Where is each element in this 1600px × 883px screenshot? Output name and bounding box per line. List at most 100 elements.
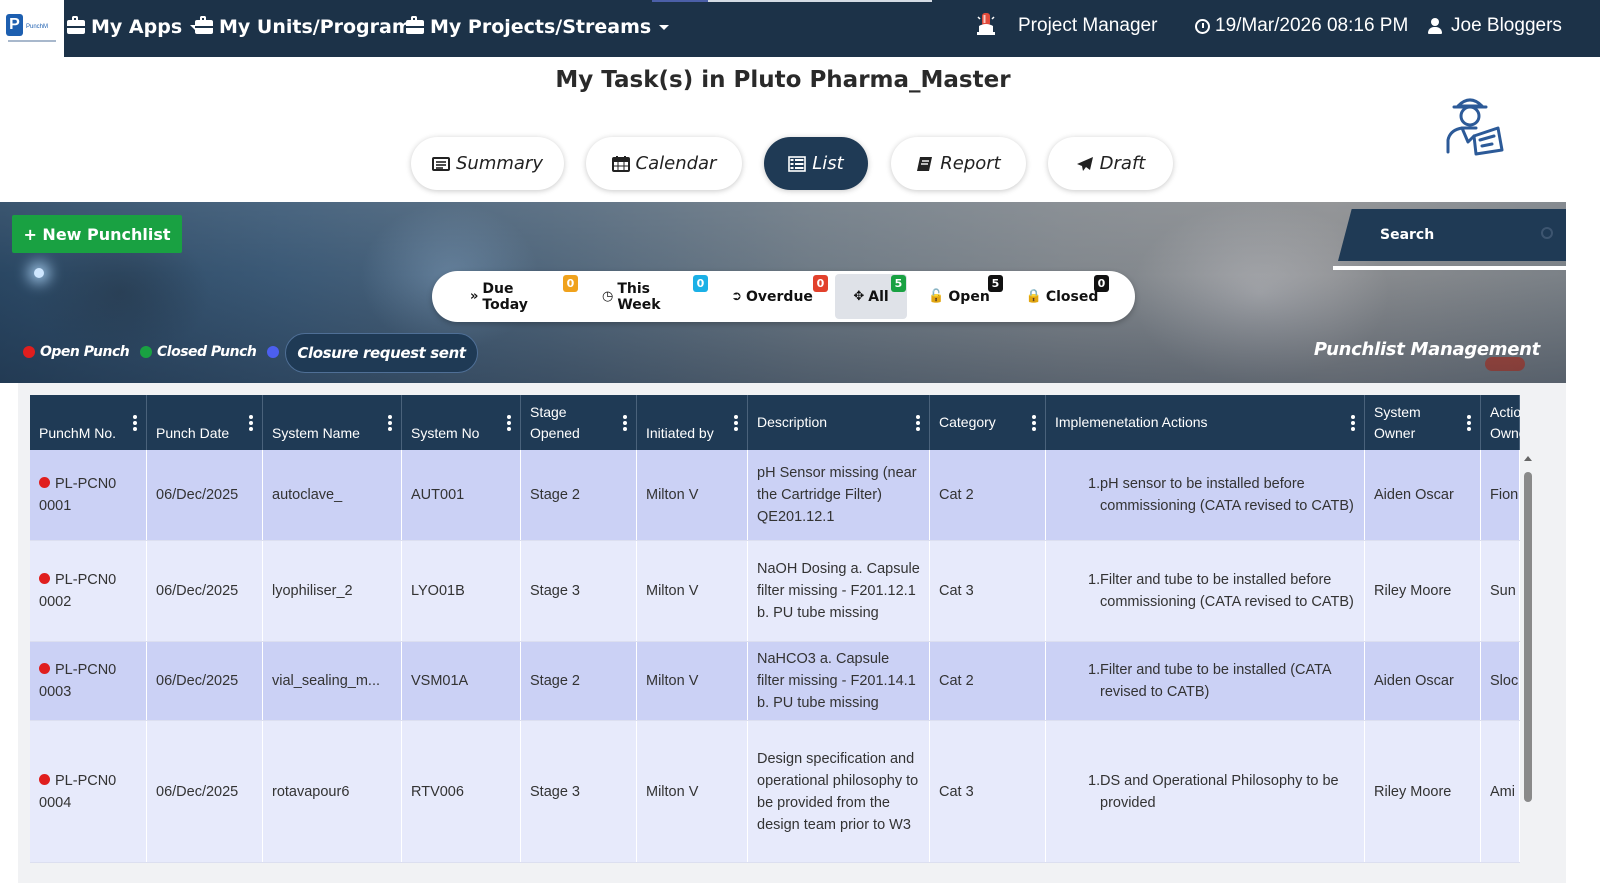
cell-system-name: rotavapour6: [263, 721, 402, 862]
action-owner-text: Sloc: [1490, 673, 1519, 689]
vertical-scrollbar[interactable]: [1520, 451, 1536, 883]
column-menu-icon[interactable]: [133, 414, 137, 431]
tab-calendar[interactable]: Calendar: [586, 137, 742, 190]
cell-punch-date: 06/Dec/2025: [147, 541, 263, 641]
filter-all-label: All: [868, 288, 889, 305]
table-row[interactable]: PL-PCN00003 06/Dec/2025 vial_sealing_m... V…: [30, 642, 1520, 721]
description-text: NaOH Dosing a. Capsule filter missing - …: [757, 561, 920, 621]
column-menu-icon[interactable]: [1351, 414, 1355, 431]
column-header-label: System Owner: [1374, 404, 1421, 441]
column-menu-icon[interactable]: [388, 414, 392, 431]
count-badge: 0: [693, 275, 708, 292]
column-menu-icon[interactable]: [623, 414, 627, 431]
menu-my-apps[interactable]: My Apps: [67, 15, 201, 39]
stage-opened-text: Stage 2: [530, 487, 580, 503]
cell-system-name: autoclave_: [263, 450, 402, 540]
caret-down-icon: [659, 24, 670, 30]
column-header-stage-opened[interactable]: Stage Opened: [521, 395, 637, 450]
filter-due-today[interactable]: » Due Today 0: [470, 274, 578, 319]
tab-summary[interactable]: Summary: [411, 137, 564, 190]
punchlist-table-container: PunchM No. Punch Date System Name System No…: [18, 383, 1566, 883]
column-header-label: Implemenetation Actions: [1055, 414, 1208, 430]
cell-implementation-actions: 1. pH sensor to be installed before commi…: [1046, 450, 1365, 540]
tab-calendar-label: Calendar: [635, 153, 717, 174]
tab-list[interactable]: List: [764, 137, 868, 190]
filter-open[interactable]: 🔓 Open 5: [928, 274, 1003, 319]
tab-draft[interactable]: Draft: [1048, 137, 1173, 190]
cell-system-owner: Riley Moore: [1365, 721, 1481, 862]
action-text: Filter and tube to be installed (CATA re…: [1100, 662, 1331, 700]
column-header-system-no[interactable]: System No: [402, 395, 521, 450]
scroll-up-icon[interactable]: [1524, 456, 1532, 461]
cell-description: NaOH Dosing a. Capsule filter missing - …: [748, 541, 930, 641]
app-logo[interactable]: P PunchM: [0, 0, 64, 57]
count-badge: 5: [891, 275, 906, 292]
table-row[interactable]: PL-PCN00002 06/Dec/2025 lyophiliser_2 LYO01…: [30, 541, 1520, 642]
column-header-initiated-by[interactable]: Initiated by: [637, 395, 748, 450]
stage-opened-text: Stage 2: [530, 673, 580, 689]
user-name[interactable]: Joe Bloggers: [1451, 15, 1562, 39]
column-menu-icon[interactable]: [916, 414, 920, 431]
cell-punchm-no[interactable]: PL-PCN00004: [30, 721, 147, 862]
filter-overdue-label: Overdue: [746, 288, 813, 305]
table-header: PunchM No. Punch Date System Name System No…: [30, 395, 1520, 450]
cell-category: Cat 3: [930, 721, 1046, 862]
system-owner-text: Aiden Oscar: [1374, 487, 1454, 503]
clock-circle-icon: ◷: [602, 289, 614, 304]
cell-initiated-by: Milton V: [637, 541, 748, 641]
column-header-system-name[interactable]: System Name: [263, 395, 402, 450]
filter-this-week[interactable]: ◷ This Week 0: [602, 274, 708, 319]
column-header-action-owner[interactable]: Action Owner: [1481, 395, 1520, 450]
column-header-description[interactable]: Description: [748, 395, 930, 450]
cell-punchm-no[interactable]: PL-PCN00002: [30, 541, 147, 641]
punch-date-text: 06/Dec/2025: [156, 487, 239, 503]
cell-category: Cat 2: [930, 642, 1046, 720]
menu-my-projects-label: My Projects/Streams: [430, 16, 652, 38]
action-text: pH sensor to be installed before commiss…: [1100, 476, 1354, 514]
cell-description: pH Sensor missing (near the Cartridge Fi…: [748, 450, 930, 540]
menu-my-units-programs[interactable]: My Units/Programs: [195, 15, 423, 39]
column-header-punch-date[interactable]: Punch Date: [147, 395, 263, 450]
column-header-implementation-actions[interactable]: Implemenetation Actions: [1046, 395, 1365, 450]
filter-closed[interactable]: 🔒 Closed 0: [1026, 274, 1109, 319]
cell-category: Cat 3: [930, 541, 1046, 641]
cell-initiated-by: Milton V: [637, 642, 748, 720]
scrollbar-thumb[interactable]: [1524, 472, 1532, 802]
column-menu-icon[interactable]: [507, 414, 511, 431]
description-text: Design specification and operational phi…: [757, 750, 919, 833]
new-punchlist-button[interactable]: + New Punchlist: [12, 215, 182, 253]
legend-closure-request: Closure request sent: [285, 333, 478, 373]
category-text: Cat 3: [939, 783, 974, 800]
legend-closed-label: Closed Punch: [157, 344, 257, 360]
filter-overdue[interactable]: ➲ Overdue 0: [731, 274, 828, 319]
column-menu-icon[interactable]: [1032, 414, 1036, 431]
search-icon[interactable]: [1541, 227, 1553, 239]
search-input[interactable]: [1380, 219, 1530, 251]
cell-initiated-by: Milton V: [637, 450, 748, 540]
cell-implementation-actions: 1. Filter and tube to be installed before…: [1046, 541, 1365, 641]
system-no-text: RTV006: [411, 783, 464, 800]
calendar-icon: [611, 155, 630, 172]
system-no-text: LYO01B: [411, 583, 465, 599]
filter-all[interactable]: ✥ All 5: [835, 274, 907, 319]
table-row[interactable]: PL-PCN00001 06/Dec/2025 autoclave_ AUT001 St…: [30, 450, 1520, 541]
column-header-system-owner[interactable]: System Owner: [1365, 395, 1481, 450]
blue-dot-icon: [267, 346, 279, 358]
column-menu-icon[interactable]: [1467, 414, 1471, 431]
description-text: NaHCO3 a. Capsule filter missing - F201.…: [757, 651, 916, 711]
menu-my-units-label: My Units/Programs: [219, 16, 423, 38]
tab-report[interactable]: Report: [891, 137, 1026, 190]
tab-report-label: Report: [940, 153, 1001, 174]
table-row[interactable]: PL-PCN00004 06/Dec/2025 rotavapour6 RTV006 S…: [30, 721, 1520, 863]
action-owner-text: Sun: [1490, 583, 1516, 599]
column-header-punchm-no[interactable]: PunchM No.: [30, 395, 147, 450]
alarm-icon[interactable]: [976, 12, 996, 38]
cell-punchm-no[interactable]: PL-PCN00001: [30, 450, 147, 540]
menu-my-projects-streams[interactable]: My Projects/Streams: [406, 15, 670, 39]
column-menu-icon[interactable]: [734, 414, 738, 431]
column-header-category[interactable]: Category: [930, 395, 1046, 450]
count-badge: 0: [563, 275, 578, 292]
count-badge: 0: [813, 275, 828, 292]
column-menu-icon[interactable]: [249, 414, 253, 431]
cell-punchm-no[interactable]: PL-PCN00003: [30, 642, 147, 720]
